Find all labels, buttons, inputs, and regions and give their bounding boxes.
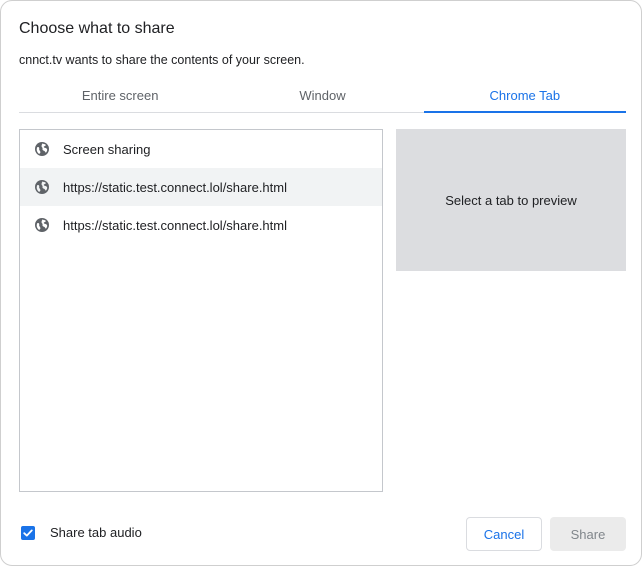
tab-entire-screen[interactable]: Entire screen — [19, 81, 221, 112]
preview-placeholder: Select a tab to preview — [445, 192, 577, 208]
list-item-label: Screen sharing — [63, 141, 151, 157]
tab-window[interactable]: Window — [221, 81, 423, 112]
list-item[interactable]: https://static.test.connect.lol/share.ht… — [20, 168, 382, 206]
tab-preview-pane: Select a tab to preview — [396, 129, 626, 271]
list-item-label: https://static.test.connect.lol/share.ht… — [63, 179, 287, 195]
share-button[interactable]: Share — [550, 517, 626, 551]
globe-icon — [34, 141, 50, 157]
list-item-label: https://static.test.connect.lol/share.ht… — [63, 217, 287, 233]
globe-icon — [34, 179, 50, 195]
tab-list: Screen sharing https://static.test.conne… — [19, 129, 383, 492]
cancel-button[interactable]: Cancel — [466, 517, 542, 551]
globe-icon — [34, 217, 50, 233]
share-dialog: Choose what to share cnnct.tv wants to s… — [0, 0, 642, 566]
share-audio-checkbox[interactable] — [21, 525, 35, 540]
share-audio-option: Share tab audio — [21, 525, 142, 540]
share-audio-label: Share tab audio — [50, 525, 142, 540]
list-item[interactable]: Screen sharing — [20, 130, 382, 168]
source-tabs: Entire screen Window Chrome Tab — [19, 81, 627, 113]
dialog-subtitle: cnnct.tv wants to share the contents of … — [19, 53, 305, 67]
check-icon — [23, 529, 33, 536]
tab-chrome-tab[interactable]: Chrome Tab — [423, 81, 627, 113]
list-item[interactable]: https://static.test.connect.lol/share.ht… — [20, 206, 382, 244]
dialog-title: Choose what to share — [19, 20, 175, 37]
